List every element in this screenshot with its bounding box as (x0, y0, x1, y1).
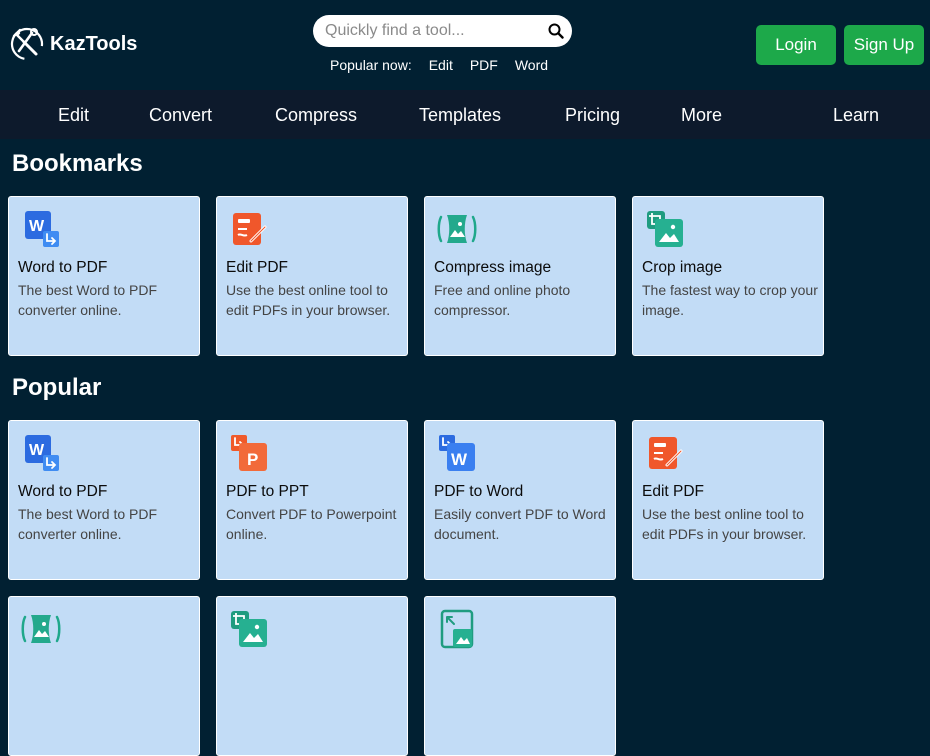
pdf-to-ppt-icon: P (231, 435, 267, 471)
card-description: Convert PDF to Powerpoint online. (226, 506, 397, 542)
nav-item-learn[interactable]: Learn (833, 105, 879, 126)
nav-item-pricing[interactable]: Pricing (565, 105, 620, 126)
card-title: Compress image (434, 259, 552, 276)
bookmarks-heading: Bookmarks (12, 150, 143, 177)
card-description: The fastest way to crop your image. (642, 282, 818, 318)
popular-link-edit[interactable]: Edit (429, 57, 453, 73)
popular-now-label: Popular now: (330, 57, 412, 73)
nav-item-edit[interactable]: Edit (58, 105, 89, 126)
svg-text:W: W (451, 450, 468, 469)
card-title: Crop image (642, 259, 723, 276)
search-icon[interactable] (548, 23, 564, 39)
search-input[interactable] (325, 19, 535, 43)
logo[interactable]: KazTools (10, 26, 137, 62)
search-box[interactable] (313, 15, 572, 47)
popular-card-pdf-to-ppt[interactable]: P PDF to PPT Convert PDF to Powerpoint o… (216, 420, 408, 580)
popular-card-crop-image[interactable] (216, 596, 408, 756)
nav-item-templates[interactable]: Templates (419, 105, 501, 126)
bookmark-card-crop-image[interactable]: Crop image The fastest way to crop your … (632, 196, 824, 356)
word-to-pdf-icon: W (25, 211, 59, 247)
nav-item-compress[interactable]: Compress (275, 105, 357, 126)
edit-pdf-icon (649, 437, 683, 469)
resize-image-icon (440, 609, 474, 649)
card-title: PDF to PPT (226, 483, 309, 500)
word-to-pdf-icon: W (25, 435, 59, 471)
bookmark-card-word-to-pdf[interactable]: W Word to PDF The best Word to PDF conve… (8, 196, 200, 356)
login-button[interactable]: Login (756, 25, 836, 65)
popular-link-word[interactable]: Word (515, 57, 548, 73)
popular-link-pdf[interactable]: PDF (470, 57, 498, 73)
card-title: Edit PDF (642, 483, 705, 500)
signup-button[interactable]: Sign Up (844, 25, 924, 65)
main-nav: Edit Convert Compress Templates Pricing … (0, 90, 930, 139)
popular-card-compress-image[interactable] (8, 596, 200, 756)
svg-text:W: W (29, 442, 45, 459)
pdf-to-word-icon: W (439, 435, 475, 471)
card-title: Word to PDF (18, 483, 108, 500)
card-description: The best Word to PDF converter online. (18, 282, 158, 318)
bookmark-card-edit-pdf[interactable]: Edit PDF Use the best online tool to edi… (216, 196, 408, 356)
card-description: Easily convert PDF to Word document. (434, 506, 606, 542)
crop-image-icon (647, 211, 683, 247)
header: KazTools Popular now: Edit PDF Word Logi… (0, 0, 930, 90)
card-description: Use the best online tool to edit PDFs in… (642, 506, 807, 542)
card-description: Free and online photo compressor. (434, 282, 571, 318)
svg-text:W: W (29, 218, 45, 235)
card-description: Use the best online tool to edit PDFs in… (226, 282, 391, 318)
popular-card-edit-pdf[interactable]: Edit PDF Use the best online tool to edi… (632, 420, 824, 580)
popular-card-word-to-pdf[interactable]: W Word to PDF The best Word to PDF conve… (8, 420, 200, 580)
compress-image-icon (21, 615, 61, 643)
popular-card-resize-image[interactable] (424, 596, 616, 756)
svg-text:P: P (247, 450, 258, 469)
card-title: PDF to Word (434, 483, 524, 500)
edit-pdf-icon (233, 213, 267, 245)
card-title: Edit PDF (226, 259, 289, 276)
brand-name: KazTools (50, 32, 138, 55)
card-title: Word to PDF (18, 259, 108, 276)
compress-image-icon (437, 215, 477, 243)
tools-logo-icon (10, 27, 44, 61)
nav-item-convert[interactable]: Convert (149, 105, 212, 126)
popular-card-pdf-to-word[interactable]: W PDF to Word Easily convert PDF to Word… (424, 420, 616, 580)
card-description: The best Word to PDF converter online. (18, 506, 158, 542)
popular-now: Popular now: Edit PDF Word (330, 57, 565, 73)
nav-item-more[interactable]: More (681, 105, 722, 126)
bookmark-card-compress-image[interactable]: Compress image Free and online photo com… (424, 196, 616, 356)
crop-image-icon (231, 611, 267, 647)
popular-heading: Popular (12, 374, 102, 401)
